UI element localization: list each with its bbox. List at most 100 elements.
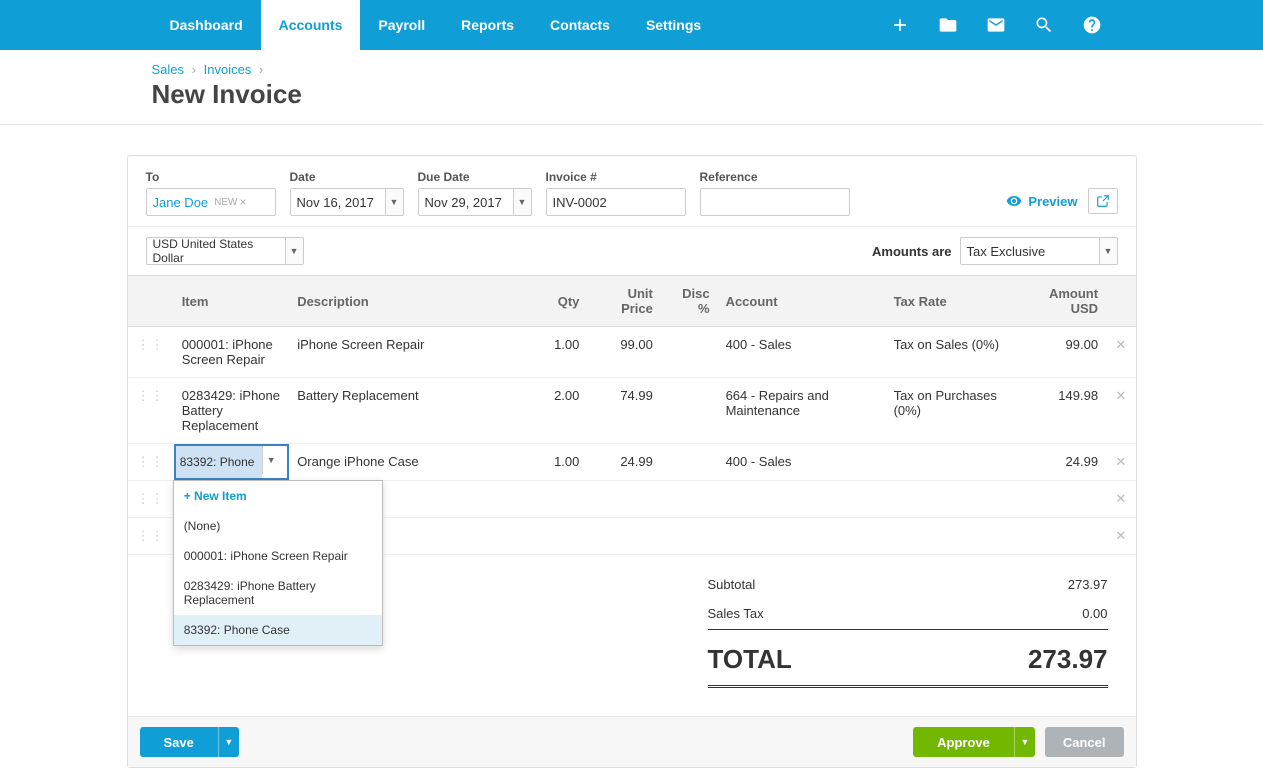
amounts-are-label: Amounts are [872, 244, 951, 259]
cell-tax[interactable]: Tax on Sales (0%) [886, 327, 1012, 378]
item-input[interactable] [176, 446, 262, 478]
dropdown-new-item[interactable]: + New Item [174, 481, 382, 511]
cell-item[interactable]: 000001: iPhone Screen Repair [174, 327, 290, 378]
col-item: Item [174, 276, 290, 327]
to-input[interactable]: Jane Doe NEW [146, 188, 276, 216]
nav-settings[interactable]: Settings [628, 0, 719, 50]
nav-dashboard[interactable]: Dashboard [152, 0, 261, 50]
save-button[interactable]: Save [140, 727, 219, 757]
item-dropdown-button[interactable]: ▼ [262, 446, 280, 474]
cell-account[interactable]: 664 - Repairs and Maintenance [718, 378, 886, 444]
nav-accounts[interactable]: Accounts [261, 0, 361, 50]
drag-handle-icon[interactable]: ⋮⋮ [128, 444, 174, 481]
line-items-table: Item Description Qty Unit Price Disc % A… [128, 275, 1136, 555]
nav-contacts[interactable]: Contacts [532, 0, 628, 50]
nav-reports[interactable]: Reports [443, 0, 532, 50]
drag-handle-icon[interactable]: ⋮⋮ [128, 327, 174, 378]
col-unit-price: Unit Price [587, 276, 661, 327]
col-account: Account [718, 276, 886, 327]
subtotal-label: Subtotal [708, 577, 756, 592]
nav-payroll[interactable]: Payroll [360, 0, 443, 50]
col-disc: Disc % [661, 276, 718, 327]
invoice-number-input[interactable]: INV-0002 [546, 188, 686, 216]
col-amount: Amount USD [1012, 276, 1107, 327]
due-date-dropdown-button[interactable]: ▼ [514, 188, 532, 216]
cell-tax[interactable]: Tax on Purchases (0%) [886, 378, 1012, 444]
cell-description[interactable]: Orange iPhone Case [289, 444, 531, 481]
cell-tax[interactable] [886, 444, 1012, 481]
delete-row-button[interactable]: ✕ [1106, 327, 1135, 378]
nav-tabs: Dashboard Accounts Payroll Reports Conta… [152, 0, 720, 50]
search-icon[interactable] [1034, 15, 1054, 35]
cancel-button[interactable]: Cancel [1045, 727, 1124, 757]
page-title: New Invoice [152, 79, 1112, 110]
cell-unit-price[interactable]: 99.00 [587, 327, 661, 378]
plus-icon[interactable] [890, 15, 910, 35]
dropdown-option-none[interactable]: (None) [174, 511, 382, 541]
table-row: ⋮⋮ 0283429: iPhone Battery Replacement B… [128, 378, 1136, 444]
folder-icon[interactable] [938, 15, 958, 35]
drag-handle-icon[interactable]: ⋮⋮ [128, 378, 174, 444]
sales-tax-label: Sales Tax [708, 606, 764, 621]
approve-dropdown-button[interactable]: ▼ [1015, 727, 1035, 757]
date-label: Date [290, 170, 404, 184]
sales-tax-value: 0.00 [1082, 606, 1107, 621]
to-value: Jane Doe [153, 195, 209, 210]
due-date-label: Due Date [418, 170, 532, 184]
cell-description[interactable]: iPhone Screen Repair [289, 327, 531, 378]
to-new-badge[interactable]: NEW [214, 195, 246, 209]
delete-row-button[interactable]: ✕ [1106, 481, 1135, 518]
currency-select[interactable]: USD United States Dollar [146, 237, 286, 265]
subtotal-value: 273.97 [1068, 577, 1108, 592]
item-dropdown-menu: + New Item (None) 000001: iPhone Screen … [173, 480, 383, 646]
cell-qty[interactable]: 2.00 [531, 378, 588, 444]
cell-qty[interactable]: 1.00 [531, 444, 588, 481]
drag-handle-icon[interactable]: ⋮⋮ [128, 518, 174, 555]
date-dropdown-button[interactable]: ▼ [386, 188, 404, 216]
breadcrumb-invoices[interactable]: Invoices [204, 62, 252, 77]
item-combobox-editing[interactable]: ▼ [174, 444, 290, 480]
cell-disc[interactable] [661, 327, 718, 378]
breadcrumb-sales[interactable]: Sales [152, 62, 185, 77]
cell-unit-price[interactable]: 74.99 [587, 378, 661, 444]
invoice-number-label: Invoice # [546, 170, 686, 184]
breadcrumb: Sales › Invoices › [152, 62, 1112, 77]
date-input[interactable]: Nov 16, 2017 [290, 188, 386, 216]
cell-unit-price[interactable]: 24.99 [587, 444, 661, 481]
top-nav: Dashboard Accounts Payroll Reports Conta… [0, 0, 1263, 50]
help-icon[interactable] [1082, 15, 1102, 35]
totals-block: Subtotal 273.97 Sales Tax 0.00 TOTAL 273… [708, 573, 1108, 688]
reference-input[interactable] [700, 188, 850, 216]
preview-link[interactable]: Preview [1006, 193, 1077, 209]
amounts-are-select[interactable]: Tax Exclusive [960, 237, 1100, 265]
dropdown-option[interactable]: 0283429: iPhone Battery Replacement [174, 571, 382, 615]
delete-row-button[interactable]: ✕ [1106, 444, 1135, 481]
delete-row-button[interactable]: ✕ [1106, 518, 1135, 555]
cell-item[interactable]: 0283429: iPhone Battery Replacement [174, 378, 290, 444]
open-external-button[interactable] [1088, 188, 1118, 214]
cell-description[interactable]: Battery Replacement [289, 378, 531, 444]
reference-label: Reference [700, 170, 850, 184]
cell-amount: 99.00 [1012, 327, 1107, 378]
mail-icon[interactable] [986, 15, 1006, 35]
dropdown-option-highlighted[interactable]: 83392: Phone Case [174, 615, 382, 645]
dropdown-option[interactable]: 000001: iPhone Screen Repair [174, 541, 382, 571]
cell-disc[interactable] [661, 444, 718, 481]
currency-dropdown-button[interactable]: ▼ [286, 237, 304, 265]
cell-qty[interactable]: 1.00 [531, 327, 588, 378]
drag-handle-icon[interactable]: ⋮⋮ [128, 481, 174, 518]
preview-text: Preview [1028, 194, 1077, 209]
invoice-panel: To Jane Doe NEW Date Nov 16, 2017 ▼ Due … [127, 155, 1137, 768]
amounts-are-dropdown-button[interactable]: ▼ [1100, 237, 1118, 265]
col-description: Description [289, 276, 531, 327]
due-date-input[interactable]: Nov 29, 2017 [418, 188, 514, 216]
cell-disc[interactable] [661, 378, 718, 444]
delete-row-button[interactable]: ✕ [1106, 378, 1135, 444]
cell-account[interactable]: 400 - Sales [718, 444, 886, 481]
eye-icon [1006, 193, 1022, 209]
save-dropdown-button[interactable]: ▼ [219, 727, 239, 757]
cell-account[interactable]: 400 - Sales [718, 327, 886, 378]
to-label: To [146, 170, 276, 184]
approve-button[interactable]: Approve [913, 727, 1015, 757]
external-icon [1096, 194, 1110, 208]
